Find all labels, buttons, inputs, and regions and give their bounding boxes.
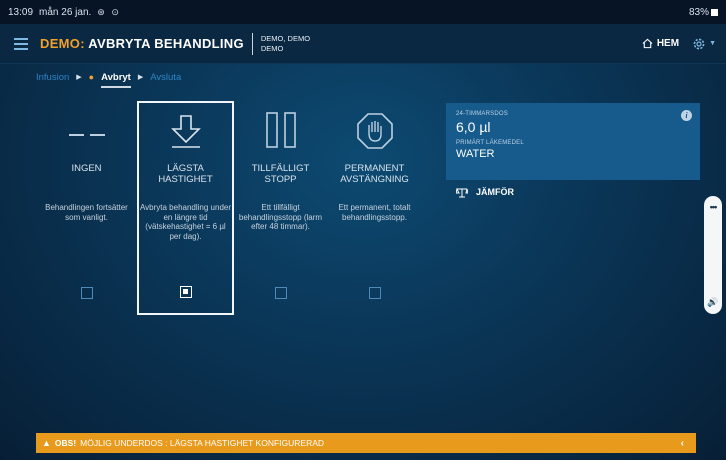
option-name-line2: HASTIGHET bbox=[158, 174, 213, 185]
option-checkbox[interactable] bbox=[368, 287, 381, 299]
drug-value: WATER bbox=[456, 148, 495, 160]
option-name: PERMANENT AVSTÄNGNING bbox=[340, 163, 408, 187]
menu-icon[interactable] bbox=[14, 37, 28, 50]
app-screen: 13:09 mån 26 jan. ⊛ ⊙ 83% DEMO: AVBRYTA … bbox=[0, 0, 726, 460]
settings-button[interactable]: ▼ bbox=[691, 36, 716, 52]
dose-label: 24-TIMMARSDOS bbox=[456, 111, 508, 117]
breadcrumb-step-avsluta[interactable]: Avsluta bbox=[150, 72, 181, 83]
option-description: Avbryta behandling under en längre tid (… bbox=[139, 203, 232, 241]
breadcrumb: Infusion ▶ ● Avbryt ▶ Avsluta bbox=[36, 69, 181, 88]
option-name-line2: STOPP bbox=[264, 174, 297, 185]
option-name-line1: LÄGSTA bbox=[167, 163, 204, 174]
side-panel-handle[interactable]: ••• 🔊 bbox=[704, 196, 722, 314]
home-button[interactable]: HEM bbox=[642, 38, 679, 49]
option-name-line2: AVSTÄNGNING bbox=[340, 174, 409, 185]
page-title-prefix: DEMO: bbox=[40, 36, 85, 51]
option-permanent-avstangning[interactable]: PERMANENT AVSTÄNGNING Ett permanent, tot… bbox=[327, 103, 422, 313]
page-title: DEMO: AVBRYTA BEHANDLING bbox=[40, 36, 244, 51]
stop-hand-icon bbox=[353, 109, 397, 153]
dash-icon bbox=[65, 109, 109, 153]
home-icon bbox=[642, 38, 653, 49]
option-name: TILLFÄLLIGT STOPP bbox=[252, 163, 310, 187]
warning-prefix: OBS! bbox=[54, 438, 77, 448]
pause-icon bbox=[259, 109, 303, 153]
battery-icon bbox=[711, 8, 718, 16]
status-bar: 13:09 mån 26 jan. ⊛ ⊙ 83% bbox=[0, 0, 726, 24]
arrow-down-icon bbox=[164, 109, 208, 153]
compare-button[interactable]: JÄMFÖR bbox=[456, 186, 514, 198]
warning-triangle-icon: ▲ bbox=[42, 438, 51, 448]
info-icon[interactable]: i bbox=[681, 110, 692, 121]
option-name-line1: INGEN bbox=[71, 163, 102, 174]
battery-indicator: 83% bbox=[689, 7, 718, 18]
status-icons: ⊛ ⊙ bbox=[97, 6, 121, 17]
option-name: LÄGSTA HASTIGHET bbox=[158, 163, 212, 187]
breadcrumb-step-avbryt: Avbryt bbox=[101, 71, 131, 88]
option-checkbox[interactable] bbox=[80, 287, 93, 299]
warning-banner[interactable]: ▲ OBS! MÖJLIG UNDERDOS : LÄGSTA HASTIGHE… bbox=[36, 433, 696, 453]
option-lagsta-hastighet[interactable]: LÄGSTA HASTIGHET Avbryta behandling unde… bbox=[137, 101, 234, 315]
option-description: Behandlingen fortsätter som vanligt. bbox=[45, 203, 128, 222]
speaker-icon[interactable]: 🔊 bbox=[704, 297, 722, 308]
breadcrumb-arrow-icon: ▶ bbox=[76, 74, 82, 81]
dose-card: 24-TIMMARSDOS 6,0 µl PRIMÄRT LÄKEMEDEL W… bbox=[446, 103, 700, 180]
home-label: HEM bbox=[656, 38, 680, 49]
compare-label: JÄMFÖR bbox=[476, 187, 514, 197]
chevron-down-icon: ▼ bbox=[709, 40, 716, 47]
option-description: Ett tillfälligt behandlingsstopp (larm e… bbox=[238, 203, 323, 231]
option-tillfalligt-stopp[interactable]: TILLFÄLLIGT STOPP Ett tillfälligt behand… bbox=[233, 103, 328, 313]
option-name: INGEN bbox=[71, 163, 101, 187]
status-date: mån 26 jan. bbox=[39, 6, 92, 18]
option-checkbox[interactable] bbox=[274, 287, 287, 299]
scale-icon bbox=[456, 187, 468, 198]
patient-info: DEMO, DEMO DEMO bbox=[261, 34, 310, 54]
option-ingen[interactable]: INGEN Behandlingen fortsätter som vanlig… bbox=[39, 103, 134, 313]
warning-text: MÖJLIG UNDERDOS : LÄGSTA HASTIGHET KONFI… bbox=[80, 438, 325, 448]
more-icon[interactable]: ••• bbox=[704, 202, 722, 212]
header-actions: HEM ▼ bbox=[642, 36, 716, 52]
breadcrumb-arrow-icon: ▶ bbox=[137, 74, 144, 81]
option-checkbox-checked[interactable] bbox=[179, 286, 192, 298]
patient-name: DEMO, DEMO bbox=[260, 33, 311, 43]
dose-value: 6,0 µl bbox=[456, 119, 491, 135]
header-divider bbox=[251, 32, 253, 55]
drug-label: PRIMÄRT LÄKEMEDEL bbox=[456, 140, 524, 146]
breadcrumb-step-infusion[interactable]: Infusion bbox=[36, 72, 69, 83]
gear-icon bbox=[693, 38, 705, 49]
option-description: Ett permanent, totalt behandlingsstopp. bbox=[338, 203, 411, 222]
app-header: DEMO: AVBRYTA BEHANDLING DEMO, DEMO DEMO… bbox=[0, 24, 726, 64]
option-name-line1: TILLFÄLLIGT bbox=[251, 163, 310, 174]
chevron-left-icon[interactable]: ‹ bbox=[681, 438, 684, 449]
patient-id: DEMO bbox=[260, 43, 284, 53]
warning-dot-icon: ● bbox=[88, 72, 95, 82]
page-title-main: AVBRYTA BEHANDLING bbox=[84, 36, 244, 51]
option-name-line1: PERMANENT bbox=[344, 163, 405, 174]
status-time: 13:09 bbox=[8, 6, 34, 18]
battery-percent: 83% bbox=[688, 6, 709, 18]
